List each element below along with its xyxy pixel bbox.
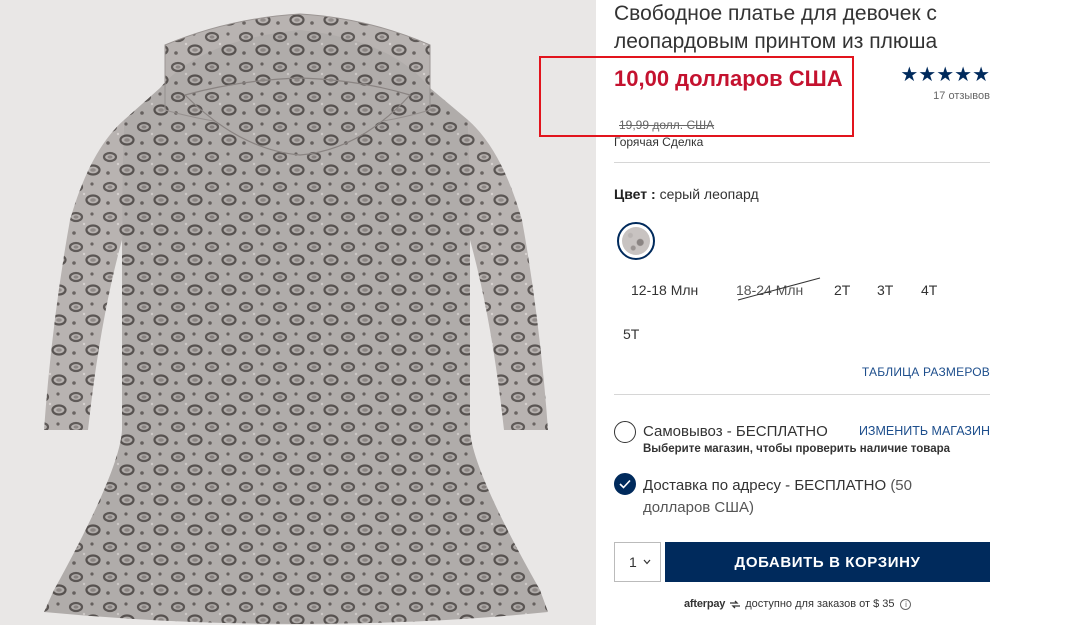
size-option-5t[interactable]: 5T [623, 326, 639, 342]
afterpay-logo: afterpay [684, 598, 726, 610]
checkmark-icon [619, 479, 631, 489]
swatch-pattern [622, 227, 650, 255]
quantity-select[interactable]: 1 [614, 542, 661, 582]
color-label: Цвет : [614, 186, 656, 202]
info-icon[interactable]: i [900, 598, 912, 610]
product-image [0, 0, 596, 625]
pickup-subtext: Выберите магазин, чтобы проверить наличи… [643, 443, 951, 455]
size-option-3t[interactable]: 3T [877, 282, 893, 298]
color-selection-label: Цвет : серый леопард [614, 186, 759, 202]
product-info-panel: Свободное платье для девочек с леопардов… [614, 0, 990, 625]
chevron-down-icon [643, 557, 651, 568]
size-chart-link[interactable]: ТАБЛИЦА РАЗМЕРОВ [862, 365, 990, 379]
ship-label-text: Доставка по адресу - БЕСПЛАТНО [643, 477, 887, 494]
size-option-2t[interactable]: 2T [834, 282, 850, 298]
size-unavailable-strike [737, 277, 821, 301]
pickup-radio[interactable] [614, 421, 636, 443]
reviews-count-link[interactable]: 17 отзывов [933, 90, 990, 102]
change-store-link[interactable]: ИЗМЕНИТЬ МАГАЗИН [859, 424, 990, 438]
pickup-label: Самовывоз - БЕСПЛАТНО [643, 423, 828, 440]
original-price: 19,99 долл. США [619, 118, 715, 132]
afterpay-arrows-icon [730, 600, 741, 608]
ship-label: Доставка по адресу - БЕСПЛАТНО (50 долла… [643, 475, 983, 519]
ship-radio[interactable] [614, 473, 636, 495]
size-option-4t[interactable]: 4T [921, 282, 937, 298]
afterpay-note: afterpay доступно для заказов от $ 35 i [684, 598, 912, 610]
divider [614, 162, 990, 163]
size-option-12-18m[interactable]: 12-18 Млн [631, 282, 698, 298]
afterpay-text: доступно для заказов от $ 35 [745, 598, 895, 610]
color-swatch-grey-leopard[interactable] [617, 222, 655, 260]
rating-stars[interactable]: ★★★★★ [900, 64, 990, 86]
add-to-cart-button[interactable]: ДОБАВИТЬ В КОРЗИНУ [665, 542, 990, 582]
quantity-value: 1 [629, 554, 637, 570]
deal-label: Горячая Сделка [614, 135, 704, 149]
product-title: Свободное платье для девочек с леопардов… [614, 2, 938, 53]
dress-illustration [0, 0, 596, 625]
sale-price: 10,00 долларов США [614, 66, 843, 91]
color-value: серый леопард [659, 186, 759, 202]
divider [614, 394, 990, 395]
